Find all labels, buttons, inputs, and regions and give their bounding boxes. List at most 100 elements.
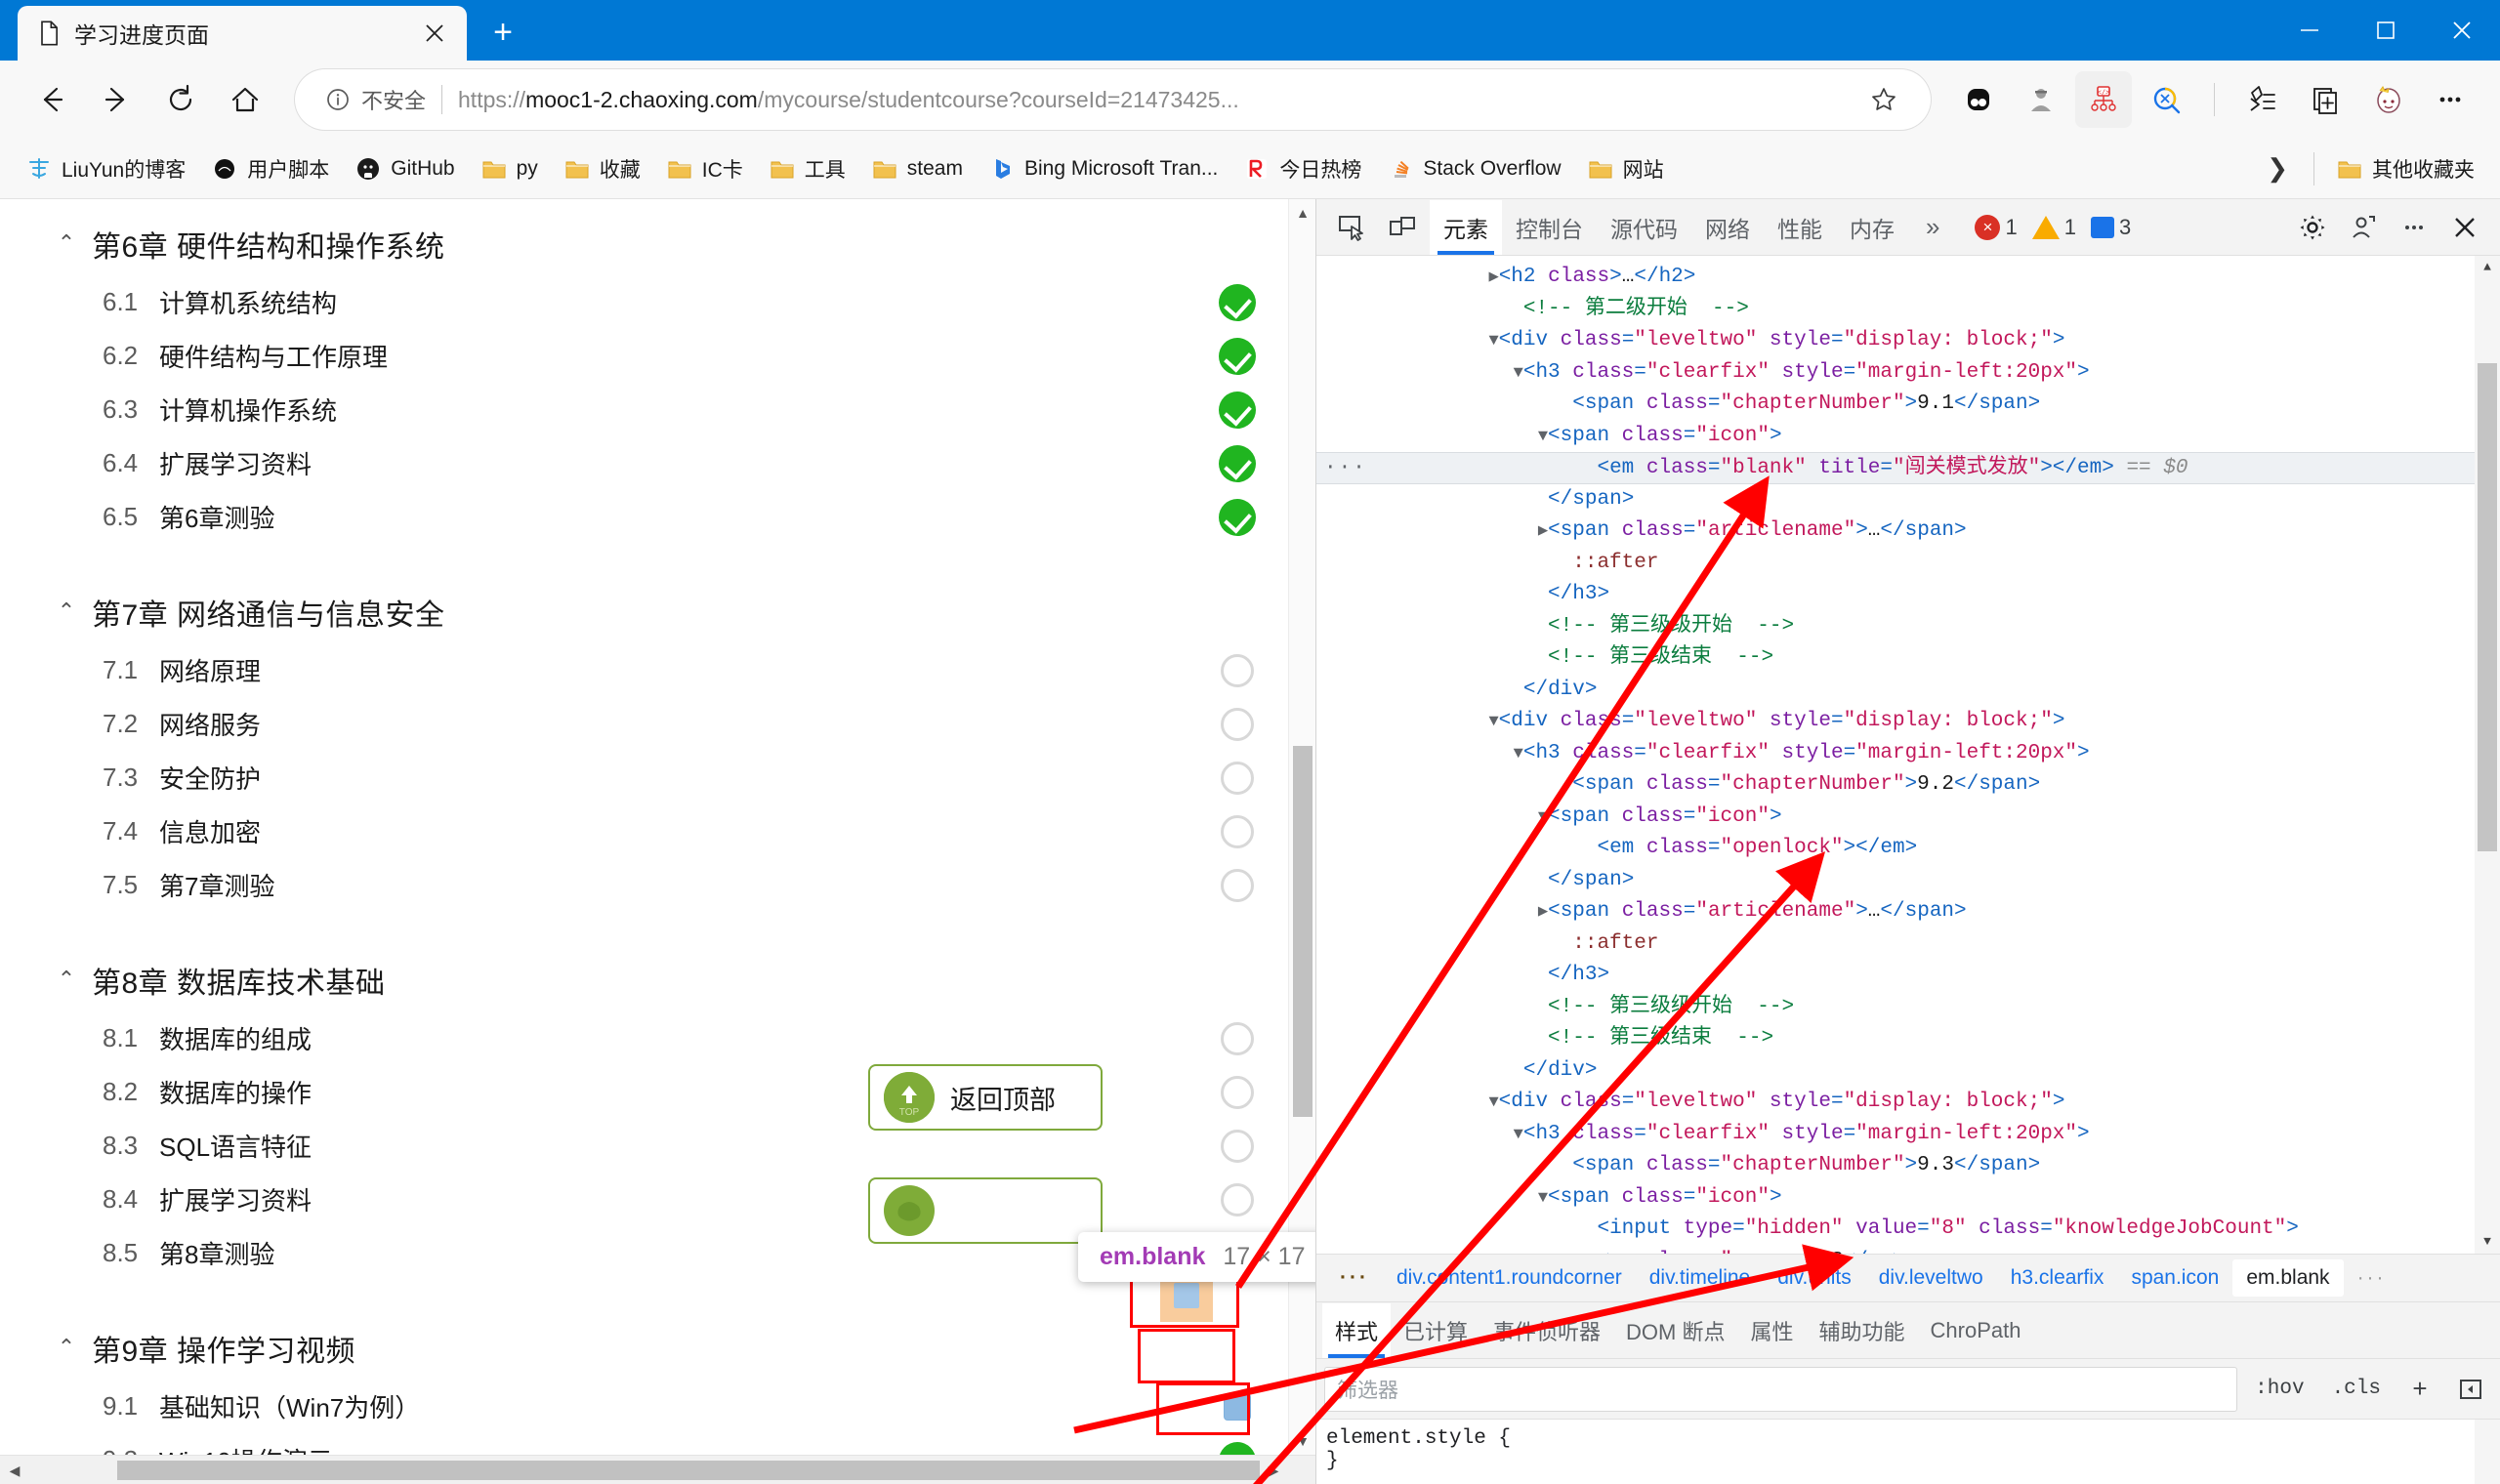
styles-tab-样式[interactable]: 样式 <box>1322 1302 1392 1358</box>
bookmark-item[interactable]: GitHub <box>343 148 466 189</box>
dom-node[interactable]: ▼<div class="leveltwo" style="display: b… <box>1316 706 2500 738</box>
dom-node[interactable]: </div> <box>1316 1055 2500 1088</box>
unit-name[interactable]: 计算机系统结构 <box>159 284 337 320</box>
collapse-triangle-icon[interactable]: ▼ <box>1514 1126 1523 1144</box>
bookmark-item[interactable]: Bing Microsoft Tran... <box>977 148 1229 189</box>
service-float-button[interactable] <box>868 1177 1103 1244</box>
back-arrow-icon[interactable] <box>21 69 82 130</box>
breadcrumb-item[interactable]: em.blank <box>2232 1259 2344 1297</box>
cls-toggle[interactable]: .cls <box>2322 1378 2391 1400</box>
devtools-tab-内存[interactable]: 内存 <box>1836 200 1908 255</box>
breadcrumb-item[interactable]: h3.clearfix <box>1997 1259 2118 1297</box>
breadcrumb-leading-dots[interactable]: ··· <box>1326 1266 1383 1290</box>
scroll-up-arrow[interactable]: ▲ <box>1289 199 1315 227</box>
dom-node[interactable]: </h3> <box>1316 579 2500 611</box>
person-icon[interactable] <box>2340 206 2387 249</box>
settings-more-icon[interactable] <box>2422 71 2479 128</box>
unit-name[interactable]: 信息加密 <box>159 813 261 849</box>
dom-node[interactable]: <em class="openlock"></em> <box>1316 833 2500 865</box>
dom-node[interactable]: ▼<h3 class="clearfix" style="margin-left… <box>1316 738 2500 770</box>
toggle-panel-icon[interactable] <box>2449 1368 2492 1411</box>
address-bar[interactable]: 不安全 https://mooc1-2.chaoxing.com/mycours… <box>295 69 1931 130</box>
styles-scrollbar[interactable] <box>2475 1420 2500 1484</box>
hov-toggle[interactable]: :hov <box>2245 1378 2313 1400</box>
browser-tab[interactable]: 学习进度页面 <box>18 6 467 61</box>
bookmark-folder[interactable]: 工具 <box>757 147 857 190</box>
other-bookmarks-folder[interactable]: 其他收藏夹 <box>2324 147 2486 190</box>
devtools-tab-性能[interactable]: 性能 <box>1764 200 1836 255</box>
bookmark-item[interactable]: Stack Overflow <box>1375 148 1572 189</box>
chapter-header[interactable]: ⌃ 第7章 网络通信与信息安全 <box>0 581 1315 643</box>
chevron-right-icon[interactable]: ❯ <box>2251 153 2304 184</box>
error-count[interactable]: × 1 <box>1975 214 2018 240</box>
dom-tree[interactable]: ▶<h2 class>…</h2> <!-- 第二级开始 --> ▼<div c… <box>1316 256 2500 1254</box>
dom-scroll-up-arrow[interactable]: ▲ <box>2475 256 2500 279</box>
styles-tab-事件侦听器[interactable]: 事件侦听器 <box>1480 1303 1613 1358</box>
devtools-close-icon[interactable] <box>2441 206 2488 249</box>
bookmark-item[interactable]: LiuYun的博客 <box>14 147 197 190</box>
bookmark-folder[interactable]: py <box>469 148 550 189</box>
unit-name[interactable]: 数据库的操作 <box>159 1074 312 1110</box>
devtools-tab-源代码[interactable]: 源代码 <box>1597 200 1691 255</box>
collapse-triangle-icon[interactable]: ▼ <box>1514 745 1523 763</box>
chapter-unit-row[interactable]: 6.5 第6章测验 <box>0 490 1315 544</box>
reload-icon[interactable] <box>150 69 211 130</box>
styles-tab-辅助功能[interactable]: 辅助功能 <box>1807 1303 1918 1358</box>
chapter-header[interactable]: ⌃ 第8章 数据库技术基础 <box>0 949 1315 1011</box>
dom-scroll-thumb[interactable] <box>2478 363 2497 851</box>
unit-name[interactable]: 计算机操作系统 <box>159 392 337 428</box>
dom-node[interactable]: ▼<span class="icon"> <box>1316 1182 2500 1215</box>
dom-node[interactable]: </div> <box>1316 675 2500 707</box>
collapse-triangle-icon[interactable]: ▼ <box>1538 808 1548 827</box>
info-count[interactable]: 3 <box>2090 215 2131 240</box>
chapter-header[interactable]: ⌃ 第9章 操作学习视频 <box>0 1317 1315 1380</box>
chapter-unit-row[interactable]: 8.2 数据库的操作 <box>0 1065 1315 1119</box>
page-scrollbar-horizontal[interactable]: ◀ ▶ <box>0 1455 1315 1484</box>
device-toolbar-icon[interactable] <box>1379 206 1426 249</box>
bookmark-folder[interactable]: 收藏 <box>552 147 652 190</box>
chapter-unit-row[interactable]: 7.3 安全防护 <box>0 751 1315 804</box>
dom-node[interactable]: <!-- 第三级结束 --> <box>1316 642 2500 675</box>
dom-node[interactable]: </h3> <box>1316 960 2500 992</box>
chevron-up-icon[interactable]: ⌃ <box>55 1336 78 1358</box>
styles-filter-input[interactable]: 筛选器 <box>1324 1366 2238 1412</box>
minimize-icon[interactable] <box>2271 0 2348 61</box>
tampermonkey-extension-icon[interactable] <box>2013 71 2069 128</box>
styles-rules[interactable]: element.style { } <box>1316 1420 2500 1484</box>
dom-scroll-down-arrow[interactable]: ▼ <box>2475 1230 2500 1254</box>
dom-node[interactable]: ::after <box>1316 928 2500 961</box>
unit-name[interactable]: 扩展学习资料 <box>159 1181 312 1217</box>
dom-node[interactable]: </span> <box>1316 484 2500 516</box>
panda-extension-icon[interactable] <box>1950 71 2007 128</box>
dom-node[interactable]: </span> <box>1316 865 2500 897</box>
new-tab-button[interactable]: + <box>480 10 525 55</box>
collapse-triangle-icon[interactable]: ▼ <box>1514 364 1523 383</box>
chapter-unit-row[interactable]: 6.3 计算机操作系统 <box>0 383 1315 436</box>
forward-arrow-icon[interactable] <box>86 69 146 130</box>
page-scroll-thumb[interactable] <box>1293 746 1312 1117</box>
gear-icon[interactable] <box>2289 206 2336 249</box>
collections-star-icon[interactable] <box>2234 71 2291 128</box>
dom-node[interactable]: <span class="chapterNumber">9.1</span> <box>1316 389 2500 421</box>
breadcrumb-item[interactable]: div.content1.roundcorner <box>1383 1259 1636 1297</box>
unit-name[interactable]: SQL语言特征 <box>159 1128 312 1164</box>
collapse-triangle-icon[interactable]: ▼ <box>1538 428 1548 446</box>
chapter-unit-row[interactable]: 7.5 第7章测验 <box>0 858 1315 912</box>
devtools-tab-元素[interactable]: 元素 <box>1430 199 1502 255</box>
dom-node[interactable]: <span class="chapterNumber">9.3</span> <box>1316 1150 2500 1182</box>
chapter-unit-row[interactable]: 7.4 信息加密 <box>0 804 1315 858</box>
unit-name[interactable]: 第6章测验 <box>159 499 274 535</box>
unit-name[interactable]: 数据库的组成 <box>159 1020 312 1056</box>
chevron-double-right-icon[interactable]: » <box>1912 200 1953 255</box>
chapter-unit-row[interactable]: 7.2 网络服务 <box>0 697 1315 751</box>
collapse-triangle-icon[interactable]: ▼ <box>1538 1189 1548 1208</box>
maximize-icon[interactable] <box>2348 0 2424 61</box>
plus-icon[interactable]: + <box>2398 1368 2441 1411</box>
chapter-unit-row[interactable]: 8.3 SQL语言特征 <box>0 1119 1315 1173</box>
unit-name[interactable]: 网络服务 <box>159 706 261 742</box>
unit-name[interactable]: 网络原理 <box>159 652 261 688</box>
breadcrumb-trailing-dots[interactable]: ··· <box>2344 1266 2400 1290</box>
tab-close-icon[interactable] <box>416 15 453 52</box>
dom-node[interactable]: ▼<span class="icon"> <box>1316 802 2500 834</box>
unit-name[interactable]: 安全防护 <box>159 760 261 796</box>
